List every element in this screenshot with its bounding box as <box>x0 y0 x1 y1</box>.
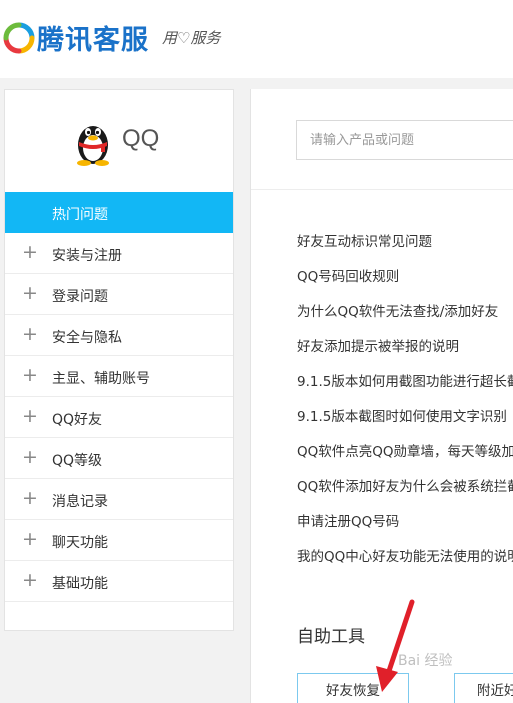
nav-item-label: 消息记录 <box>52 494 108 510</box>
nav-item-label: 主显、辅助账号 <box>52 371 150 387</box>
header: 腾讯客服 用♡服务 <box>0 0 513 78</box>
plus-icon: + <box>22 364 38 386</box>
category-nav: 热门问题 + 安装与注册 + 登录问题 + 安全与隐私 + 主显、辅助账号 + … <box>5 192 233 602</box>
nav-item-label: 安装与注册 <box>52 248 122 264</box>
nav-item-security-privacy[interactable]: + 安全与隐私 <box>5 315 233 356</box>
faq-link[interactable]: QQ软件点亮QQ勋章墙，每天等级加速 <box>297 440 513 475</box>
main-content: 好友互动标识常见问题 QQ号码回收规则 为什么QQ软件无法查找/添加好友 好友添… <box>250 89 513 703</box>
plus-icon: + <box>22 282 38 304</box>
product-name: QQ <box>122 125 160 152</box>
nav-item-login[interactable]: + 登录问题 <box>5 274 233 315</box>
nav-item-label: 聊天功能 <box>52 535 108 551</box>
nav-item-qq-friends[interactable]: + QQ好友 <box>5 397 233 438</box>
plus-icon: + <box>22 487 38 509</box>
friend-recovery-button[interactable]: 好友恢复 <box>297 673 409 703</box>
faq-list: 好友互动标识常见问题 QQ号码回收规则 为什么QQ软件无法查找/添加好友 好友添… <box>297 230 513 580</box>
watermark: Bai 经验 <box>398 653 453 669</box>
nav-item-basic-features[interactable]: + 基础功能 <box>5 561 233 602</box>
nav-item-qq-level[interactable]: + QQ等级 <box>5 438 233 479</box>
divider <box>251 189 513 190</box>
site-title[interactable]: 腾讯客服 <box>37 18 149 57</box>
faq-link[interactable]: 申请注册QQ号码 <box>297 510 513 545</box>
plus-icon: + <box>22 405 38 427</box>
faq-link[interactable]: 好友互动标识常见问题 <box>297 230 513 265</box>
plus-icon: + <box>22 569 38 591</box>
plus-icon: + <box>22 528 38 550</box>
faq-link[interactable]: 好友添加提示被举报的说明 <box>297 335 513 370</box>
slogan-suffix: 服务 <box>190 29 221 47</box>
product-brand: QQ <box>5 90 233 192</box>
nav-item-install-register[interactable]: + 安装与注册 <box>5 233 233 274</box>
nav-item-label: 登录问题 <box>52 289 108 305</box>
sidebar: QQ 热门问题 + 安装与注册 + 登录问题 + 安全与隐私 + 主显、辅助账号… <box>4 89 234 631</box>
nav-item-chat-features[interactable]: + 聊天功能 <box>5 520 233 561</box>
nav-item-label: QQ好友 <box>52 412 103 428</box>
nav-item-accounts[interactable]: + 主显、辅助账号 <box>5 356 233 397</box>
faq-link[interactable]: 我的QQ中心好友功能无法使用的说明 <box>297 545 513 580</box>
nav-item-message-history[interactable]: + 消息记录 <box>5 479 233 520</box>
nav-item-label: QQ等级 <box>52 453 103 469</box>
plus-icon: + <box>22 241 38 263</box>
plus-icon: + <box>22 323 38 345</box>
faq-link[interactable]: 为什么QQ软件无法查找/添加好友 <box>297 300 513 335</box>
nearby-friends-button[interactable]: 附近好友 <box>454 673 513 703</box>
nav-item-label: 安全与隐私 <box>52 330 122 346</box>
search-input[interactable] <box>296 120 513 160</box>
nav-item-hot-questions[interactable]: 热门问题 <box>5 192 233 233</box>
faq-link[interactable]: 9.1.5版本如何用截图功能进行超长截图 <box>297 370 513 405</box>
heart-icon: ♡ <box>177 29 191 47</box>
faq-link[interactable]: 9.1.5版本截图时如何使用文字识别 <box>297 405 513 440</box>
self-service-tools-heading: 自助工具 <box>297 627 365 647</box>
slogan: 用♡服务 <box>162 27 220 48</box>
tencent-service-logo-icon[interactable] <box>3 22 35 54</box>
faq-link[interactable]: QQ号码回收规则 <box>297 265 513 300</box>
qq-penguin-icon <box>77 126 109 166</box>
nav-item-label: 基础功能 <box>52 576 108 592</box>
slogan-prefix: 用 <box>162 29 178 47</box>
faq-link[interactable]: QQ软件添加好友为什么会被系统拦截 <box>297 475 513 510</box>
plus-icon: + <box>22 446 38 468</box>
nav-item-label: 热门问题 <box>52 207 108 223</box>
